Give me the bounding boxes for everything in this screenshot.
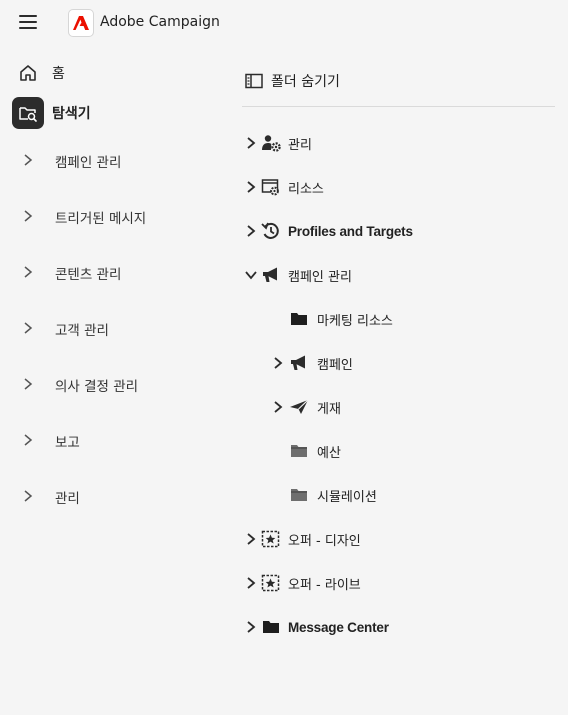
nav-item-label: 콘텐츠 관리 <box>55 267 122 283</box>
tree-item-campaign[interactable]: 캠페인 <box>242 341 562 385</box>
nav-item-label: 트리거된 메시지 <box>55 211 147 227</box>
nav-item-label: 캠페인 관리 <box>55 155 122 171</box>
tree-item-delivery[interactable]: 게재 <box>242 385 562 429</box>
nav-list: 캠페인 관리 트리거된 메시지 콘텐츠 관리 고객 관리 의사 결정 관리 보고… <box>0 133 220 525</box>
tree-item-label: 오퍼 - 라이브 <box>288 577 361 593</box>
megaphone-icon <box>261 265 281 285</box>
tree-item-label: 마케팅 리소스 <box>317 313 393 329</box>
panel-toggle-icon <box>245 73 263 89</box>
tree-item-offer-live[interactable]: 오퍼 - 라이브 <box>242 561 562 605</box>
folder-icon <box>289 309 309 329</box>
nav-home[interactable]: 홈 <box>12 58 212 88</box>
chevron-right-icon[interactable] <box>246 576 256 590</box>
paper-plane-icon <box>289 397 309 417</box>
nav-item-administration[interactable]: 관리 <box>0 469 220 525</box>
chevron-right-icon[interactable] <box>246 620 256 634</box>
tree-item-message-center[interactable]: Message Center <box>242 605 562 649</box>
chevron-right-icon <box>24 322 33 334</box>
nav-item-label: 의사 결정 관리 <box>55 379 139 395</box>
hamburger-menu-icon[interactable] <box>19 15 37 31</box>
folder-gray-icon <box>289 485 309 505</box>
nav-explorer-label: 탐색기 <box>52 106 91 122</box>
folder-icon <box>261 617 281 637</box>
adobe-logo-icon[interactable] <box>68 9 94 37</box>
tree-item-label: 예산 <box>317 445 341 461</box>
nav-item-customer-management[interactable]: 고객 관리 <box>0 301 220 357</box>
home-icon <box>12 58 44 88</box>
tree-item-label: 오퍼 - 디자인 <box>288 533 361 549</box>
nav-item-reports[interactable]: 보고 <box>0 413 220 469</box>
tree-item-profiles-and-targets[interactable]: Profiles and Targets <box>242 209 562 253</box>
tree-item-label: 게재 <box>317 401 341 417</box>
folder-gray-icon <box>289 441 309 461</box>
offer-star-icon <box>261 573 281 593</box>
tree-item-label: 캠페인 <box>317 357 353 373</box>
tree-item-label: 시뮬레이션 <box>317 489 377 505</box>
chevron-right-icon[interactable] <box>246 136 256 150</box>
chevron-right-icon[interactable] <box>246 532 256 546</box>
nav-item-content-management[interactable]: 콘텐츠 관리 <box>0 245 220 301</box>
admin-gear-icon <box>261 133 281 153</box>
nav-explorer[interactable]: 탐색기 <box>12 97 212 129</box>
offer-star-icon <box>261 529 281 549</box>
tree-item-label: 캠페인 관리 <box>288 269 352 285</box>
tree-item-administration[interactable]: 관리 <box>242 121 562 165</box>
nav-item-label: 보고 <box>55 435 80 451</box>
tree-item-budget[interactable]: 예산 <box>242 429 562 473</box>
folder-search-icon <box>12 97 44 129</box>
nav-item-decision-management[interactable]: 의사 결정 관리 <box>0 357 220 413</box>
profiles-icon <box>261 221 281 241</box>
chevron-right-icon <box>24 378 33 390</box>
tree-item-offer-design[interactable]: 오퍼 - 디자인 <box>242 517 562 561</box>
nav-item-triggered-messages[interactable]: 트리거된 메시지 <box>0 189 220 245</box>
chevron-right-icon <box>24 154 33 166</box>
chevron-right-icon[interactable] <box>273 400 283 414</box>
chevron-right-icon[interactable] <box>246 224 256 238</box>
tree-item-simulation[interactable]: 시뮬레이션 <box>242 473 562 517</box>
hide-folders-label: 폴더 숨기기 <box>271 74 340 90</box>
tree-item-label: Message Center <box>288 619 389 635</box>
nav-item-label: 고객 관리 <box>55 323 109 339</box>
top-bar: Adobe Campaign <box>0 0 568 46</box>
tree-item-campaign-management[interactable]: 캠페인 관리 <box>242 253 562 297</box>
tree-item-resources[interactable]: 리소스 <box>242 165 562 209</box>
app-title: Adobe Campaign <box>100 14 220 30</box>
chevron-down-icon[interactable] <box>245 268 257 282</box>
divider <box>242 106 555 107</box>
folder-tree: 관리 리소스 Profiles and Targets 캠페인 관리 마케팅 리… <box>242 121 562 649</box>
chevron-right-icon[interactable] <box>246 180 256 194</box>
tree-item-marketing-resources[interactable]: 마케팅 리소스 <box>242 297 562 341</box>
chevron-right-icon <box>24 434 33 446</box>
tree-item-label: Profiles and Targets <box>288 223 413 239</box>
chevron-right-icon[interactable] <box>273 356 283 370</box>
resources-gear-icon <box>261 177 281 197</box>
chevron-right-icon <box>24 266 33 278</box>
tree-item-label: 리소스 <box>288 181 324 197</box>
chevron-right-icon <box>24 210 33 222</box>
nav-item-label: 관리 <box>55 491 80 507</box>
chevron-right-icon <box>24 490 33 502</box>
megaphone-icon <box>289 353 309 373</box>
nav-home-label: 홈 <box>52 66 65 82</box>
hide-folders-button[interactable]: 폴더 숨기기 <box>245 70 340 92</box>
nav-item-campaign-management[interactable]: 캠페인 관리 <box>0 133 220 189</box>
tree-item-label: 관리 <box>288 137 312 153</box>
